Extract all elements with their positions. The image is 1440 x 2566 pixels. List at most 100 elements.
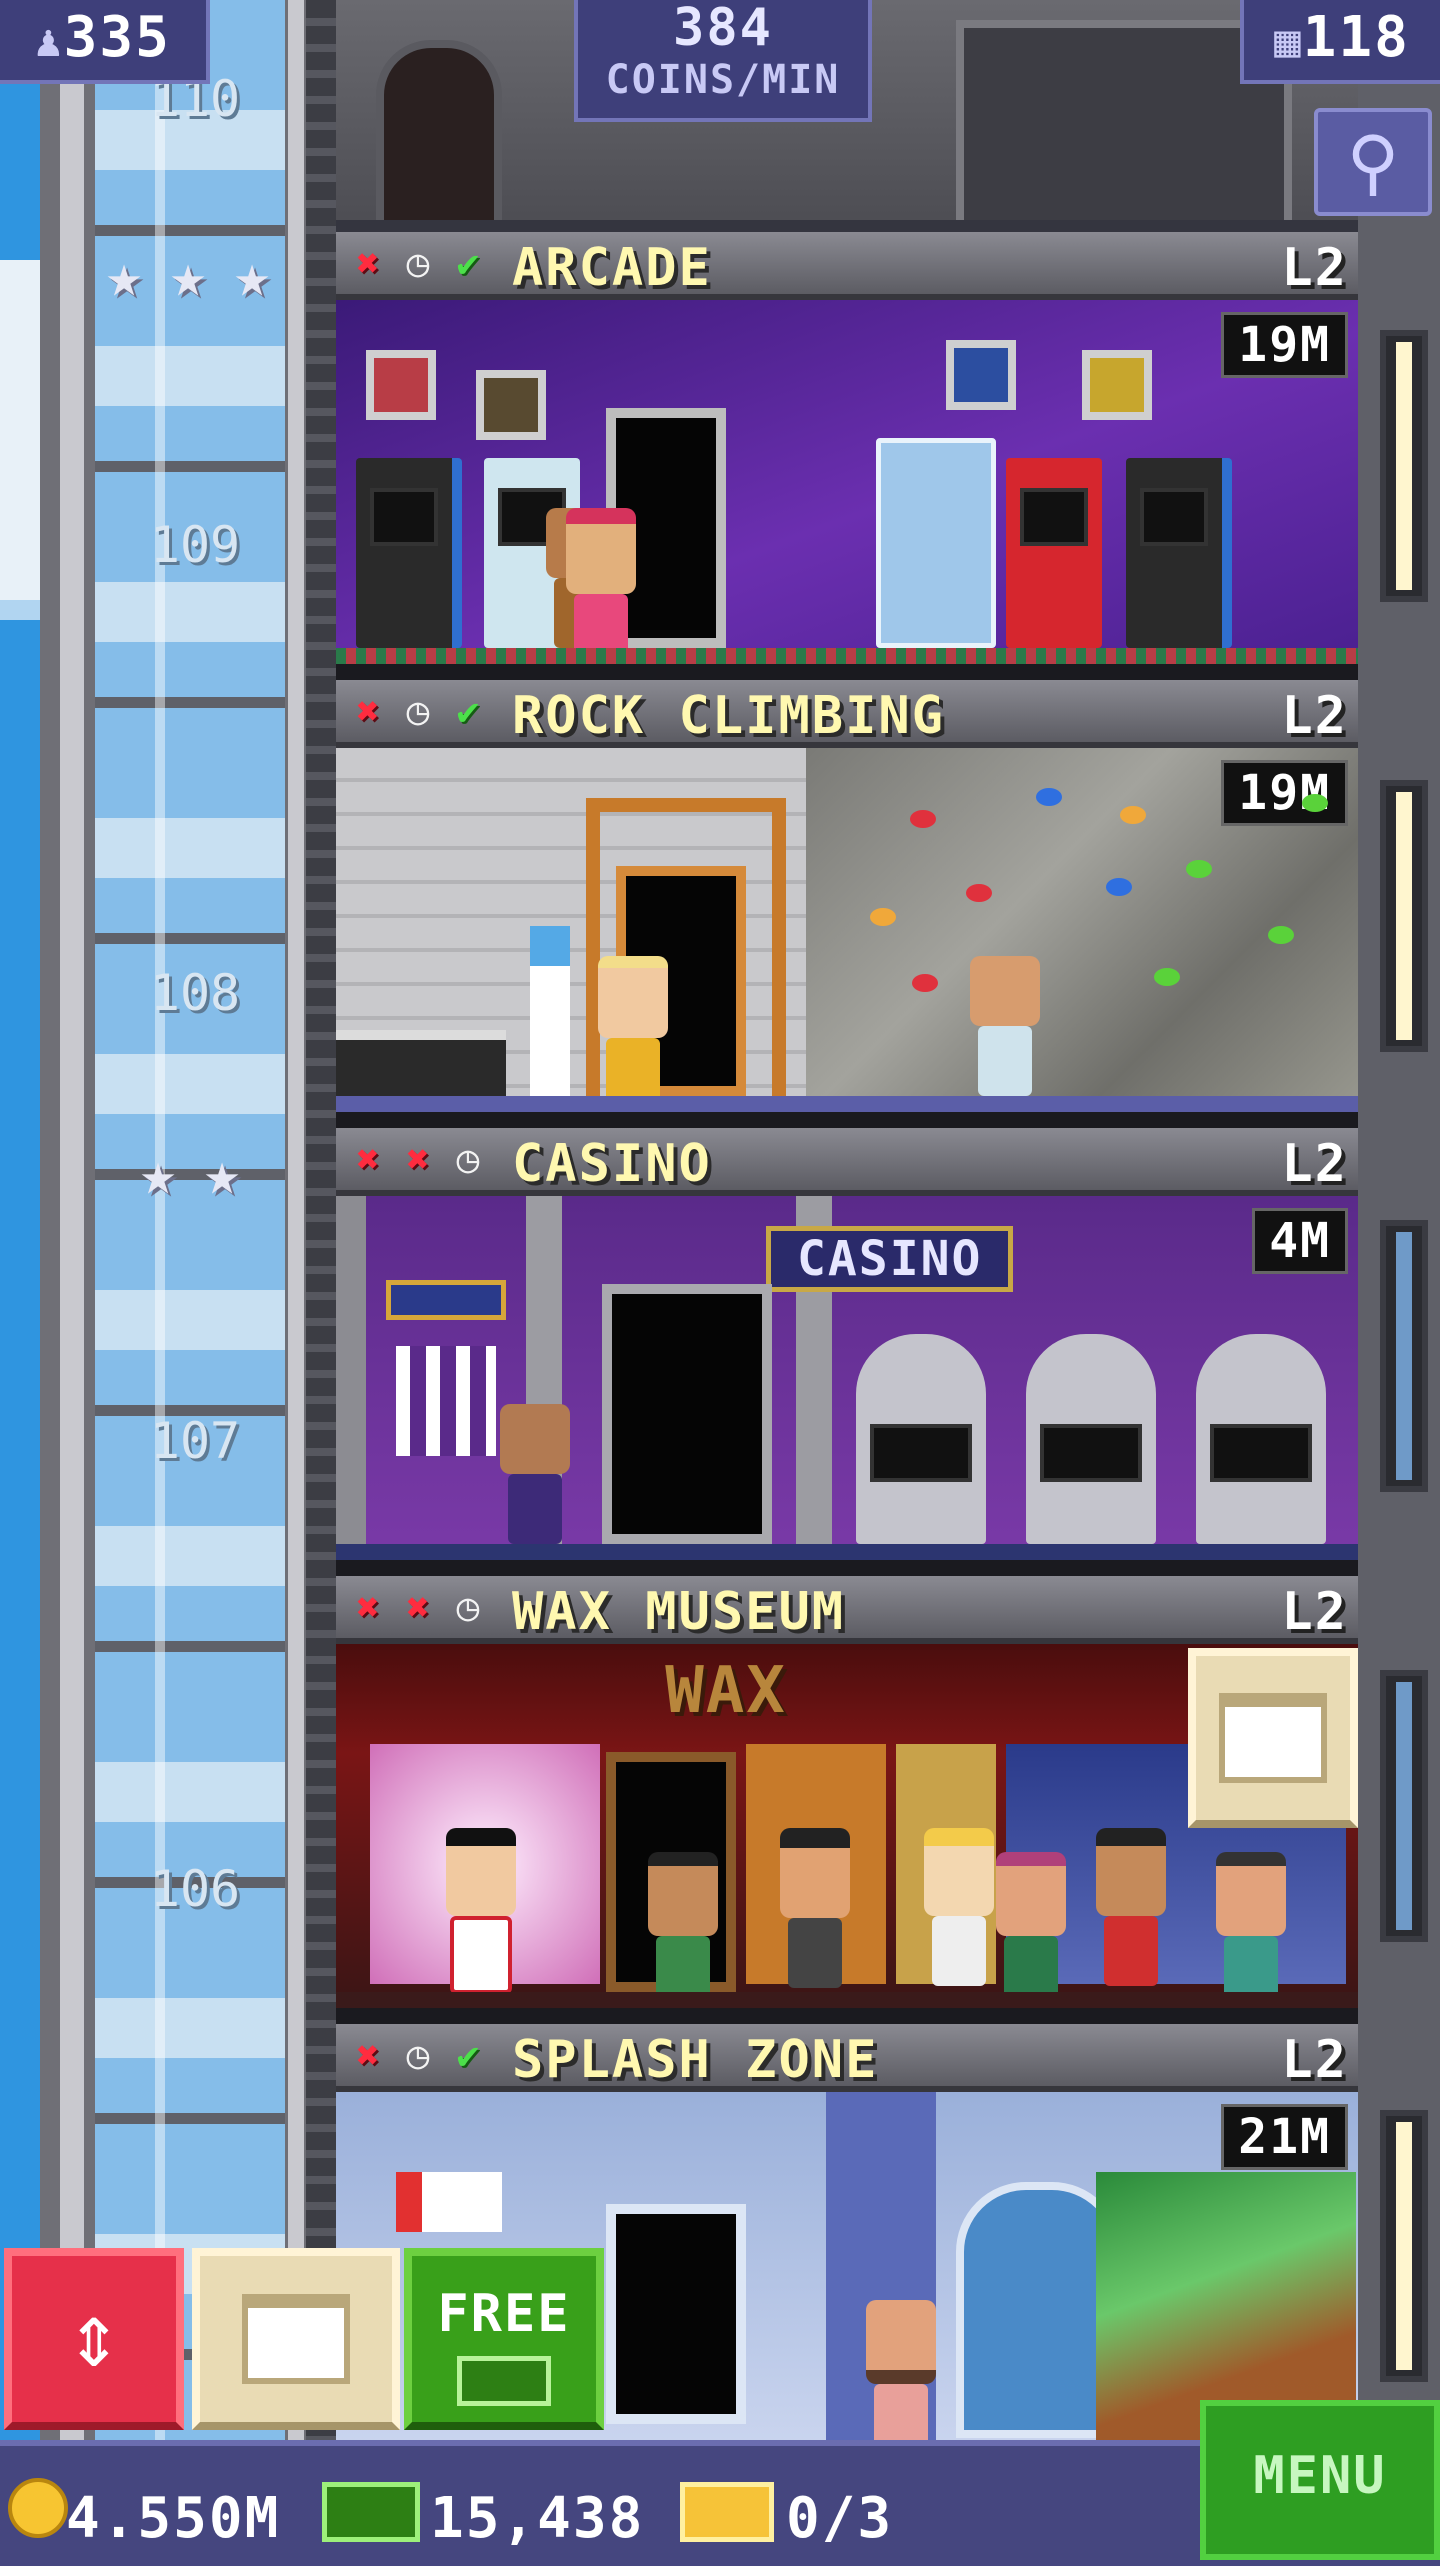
clock-icon: ◷: [406, 241, 430, 285]
earnings-badge: 19M: [1221, 312, 1348, 378]
climbing-hold: [966, 884, 992, 902]
clock-icon: ◷: [456, 1585, 480, 1629]
floor-number-108: 108: [149, 964, 241, 1022]
wax-figure: [446, 1828, 516, 1994]
earnings-badge: 4M: [1252, 1208, 1348, 1274]
elevator-door: [602, 1284, 772, 1544]
x-icon: ✖: [356, 2033, 380, 2077]
reception-desk: [336, 1030, 506, 1096]
floor-level: L2: [1281, 2030, 1348, 2090]
bitizen[interactable]: [566, 508, 636, 664]
coins-value: 4.550M: [66, 2486, 281, 2551]
bitizen[interactable]: [648, 1852, 718, 2006]
floor-level: L2: [1281, 1582, 1348, 1642]
bitizen[interactable]: [598, 956, 668, 1108]
population-value: 335: [63, 5, 171, 70]
population-counter[interactable]: ♟335: [0, 0, 210, 84]
rock-climbing-room[interactable]: 19M: [336, 748, 1358, 1112]
window: [1380, 1670, 1428, 1942]
bitizen[interactable]: [970, 956, 1040, 1096]
floor-count-value: 118: [1302, 5, 1410, 70]
floor-status: ✖ ◷ ✔: [346, 2033, 490, 2077]
casino-stars: ★ ★: [130, 1139, 250, 1209]
bux-icon: [322, 2482, 420, 2542]
window: [1380, 330, 1428, 602]
search-button[interactable]: ⚲: [1314, 108, 1432, 216]
climbing-hold: [1154, 968, 1180, 986]
floor-rock-climbing[interactable]: ✖ ◷ ✔ ROCK CLIMBING L2 19M: [336, 680, 1358, 1128]
window: [1380, 1220, 1428, 1492]
floor-header: ✖ ✖ ◷ WAX MUSEUM L2: [336, 1576, 1358, 1644]
wall-picture: [1082, 350, 1152, 420]
wax-figure: [780, 1828, 850, 1988]
climbing-hold: [1106, 878, 1132, 896]
menu-button[interactable]: MENU: [1200, 2400, 1440, 2560]
slot-machine: [1026, 1334, 1156, 1544]
sky: [0, 0, 40, 2440]
ticket-icon: [680, 2482, 774, 2542]
floor-number-106: 106: [149, 1860, 241, 1918]
star-icon: ★: [233, 241, 271, 311]
building-icon: ▦: [1274, 16, 1303, 67]
wax-figure: [924, 1828, 994, 1986]
slot-machine: [1196, 1334, 1326, 1544]
arcade-cabinet: [356, 458, 462, 648]
floor-counter[interactable]: ▦118: [1240, 0, 1440, 84]
floor-name: ROCK CLIMBING: [512, 686, 945, 746]
bitizen[interactable]: [866, 2300, 936, 2440]
x-icon: ✖: [356, 1585, 380, 1629]
bux-icon: [457, 2356, 551, 2406]
free-label: FREE: [437, 2284, 571, 2344]
earnings-badge: 19M: [1221, 760, 1348, 826]
coins-rate-value: 384: [673, 0, 773, 58]
arcade-stars: ★ ★ ★: [96, 241, 280, 311]
casino-room[interactable]: 4M CASINO: [336, 1196, 1358, 1560]
floor-number-107: 107: [149, 1412, 241, 1470]
wall-picture: [476, 370, 546, 440]
floor-level: L2: [1281, 1134, 1348, 1194]
bitizen[interactable]: [1216, 1852, 1286, 2006]
floor-name: WAX MUSEUM: [512, 1582, 846, 1642]
clock-icon: ◷: [406, 689, 430, 733]
climbing-hold: [1186, 860, 1212, 878]
x-icon: ✖: [356, 241, 380, 285]
floor-arcade[interactable]: ✖ ◷ ✔ ARCADE L2 19M: [336, 232, 1358, 680]
check-icon: ✔: [456, 689, 480, 733]
climbing-hold: [912, 974, 938, 992]
build-floor-button[interactable]: [1188, 1648, 1358, 1828]
coin-icon: [8, 2478, 68, 2538]
climbing-hold: [1302, 794, 1328, 812]
elevator-button[interactable]: ⇕: [4, 2248, 184, 2430]
floor-header: ✖ ✖ ◷ CASINO L2: [336, 1128, 1358, 1196]
floor-status: ✖ ✖ ◷: [346, 1137, 490, 1181]
arcade-room[interactable]: 19M: [336, 300, 1358, 664]
claw-machine: [876, 438, 996, 648]
check-icon: ✔: [456, 2033, 480, 2077]
climbing-hold: [1268, 926, 1294, 944]
wax-sign: WAX: [665, 1654, 787, 1728]
build-button[interactable]: [192, 2248, 400, 2430]
slot-machine: [856, 1334, 986, 1544]
climbing-hold: [1036, 788, 1062, 806]
climbing-hold: [870, 908, 896, 926]
arched-door: [376, 40, 502, 236]
floor-level: L2: [1281, 238, 1348, 298]
clock-icon: ◷: [406, 2033, 430, 2077]
star-icon: ★: [139, 1139, 177, 1209]
floor-header: ✖ ◷ ✔ SPLASH ZONE L2: [336, 2024, 1358, 2092]
bitizen[interactable]: [500, 1404, 570, 1544]
check-icon: ✔: [456, 241, 480, 285]
water-cooler: [530, 926, 570, 1096]
floor-name: ARCADE: [512, 238, 712, 298]
elevator-door: [606, 2204, 746, 2424]
elevator-car-track[interactable]: [95, 0, 285, 2440]
arcade-cabinet: [1126, 458, 1232, 648]
coins-rate-label: COINS/MIN: [605, 57, 841, 103]
free-bux-button[interactable]: FREE: [404, 2248, 604, 2430]
casino-sign: CASINO: [766, 1226, 1014, 1292]
floor-casino[interactable]: ✖ ✖ ◷ CASINO L2 4M CASINO: [336, 1128, 1358, 1576]
wall-picture: [366, 350, 436, 420]
bitizen[interactable]: [996, 1852, 1066, 2006]
population-icon: ♟: [35, 16, 64, 67]
box-icon: [1219, 1693, 1327, 1783]
